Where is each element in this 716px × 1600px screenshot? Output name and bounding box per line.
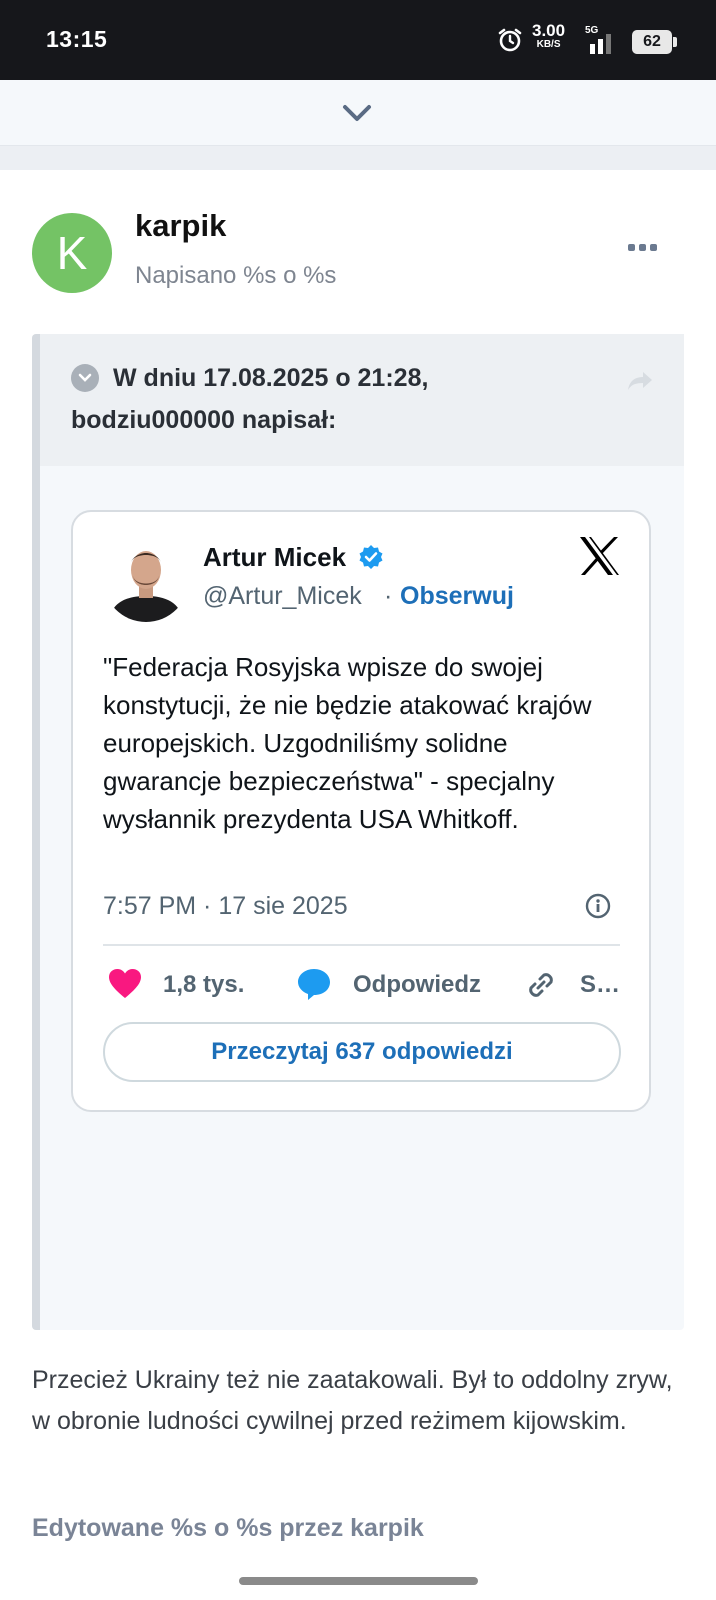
tweet-text: "Federacja Rosyjska wpisze do swojej kon… — [103, 652, 592, 834]
read-replies-button[interactable]: Przeczytaj 637 odpowiedzi — [103, 1022, 621, 1082]
alarm-icon — [498, 28, 522, 52]
tweet-author-name[interactable]: Artur Micek — [203, 542, 346, 573]
more-options-icon[interactable] — [628, 244, 657, 251]
quote-header-line1: W dniu 17.08.2025 o 21:28, — [113, 364, 429, 392]
share-button[interactable]: S… — [580, 971, 620, 999]
edited-note: Edytowane %s o %s przez karpik — [32, 1514, 424, 1542]
post-date: Napisano %s o %s — [135, 262, 337, 289]
post-body: Przecież Ukrainy też nie zaatakowali. By… — [32, 1366, 673, 1435]
link-icon[interactable] — [524, 968, 558, 1002]
divider — [103, 944, 620, 946]
avatar[interactable]: K — [32, 213, 112, 293]
reply-button[interactable]: Odpowiedz — [353, 971, 481, 999]
author-name[interactable]: karpik — [135, 208, 226, 244]
go-to-quote-icon[interactable] — [626, 370, 654, 392]
quote-header — [40, 334, 684, 466]
battery-icon: 62 — [632, 30, 677, 54]
home-indicator[interactable] — [239, 1577, 478, 1585]
heart-icon[interactable] — [108, 968, 142, 1000]
tweet-timestamp[interactable]: 7:57 PM · 17 sie 2025 — [103, 892, 348, 921]
tweet-author-avatar[interactable] — [103, 536, 189, 622]
chevron-down-icon[interactable] — [342, 104, 372, 124]
like-count[interactable]: 1,8 tys. — [163, 971, 244, 999]
separator: · — [384, 582, 393, 610]
quote-toggle-icon[interactable] — [71, 364, 99, 392]
signal-icon — [590, 34, 611, 54]
verified-badge-icon — [359, 545, 383, 569]
tweet-author-handle[interactable]: @Artur_Micek — [203, 582, 362, 611]
quote-header-line2: bodziu000000 napisał: — [71, 406, 337, 434]
network-speed: 3.00 KB/S — [532, 21, 566, 50]
status-bar: 13:15 3.00 KB/S 5G 62 — [0, 0, 716, 80]
divider — [0, 146, 716, 170]
clock: 13:15 — [46, 26, 108, 52]
x-logo-icon[interactable] — [578, 536, 620, 576]
reply-bubble-icon[interactable] — [296, 967, 332, 1001]
follow-link[interactable]: Obserwuj — [400, 582, 514, 611]
info-icon[interactable] — [585, 893, 611, 919]
